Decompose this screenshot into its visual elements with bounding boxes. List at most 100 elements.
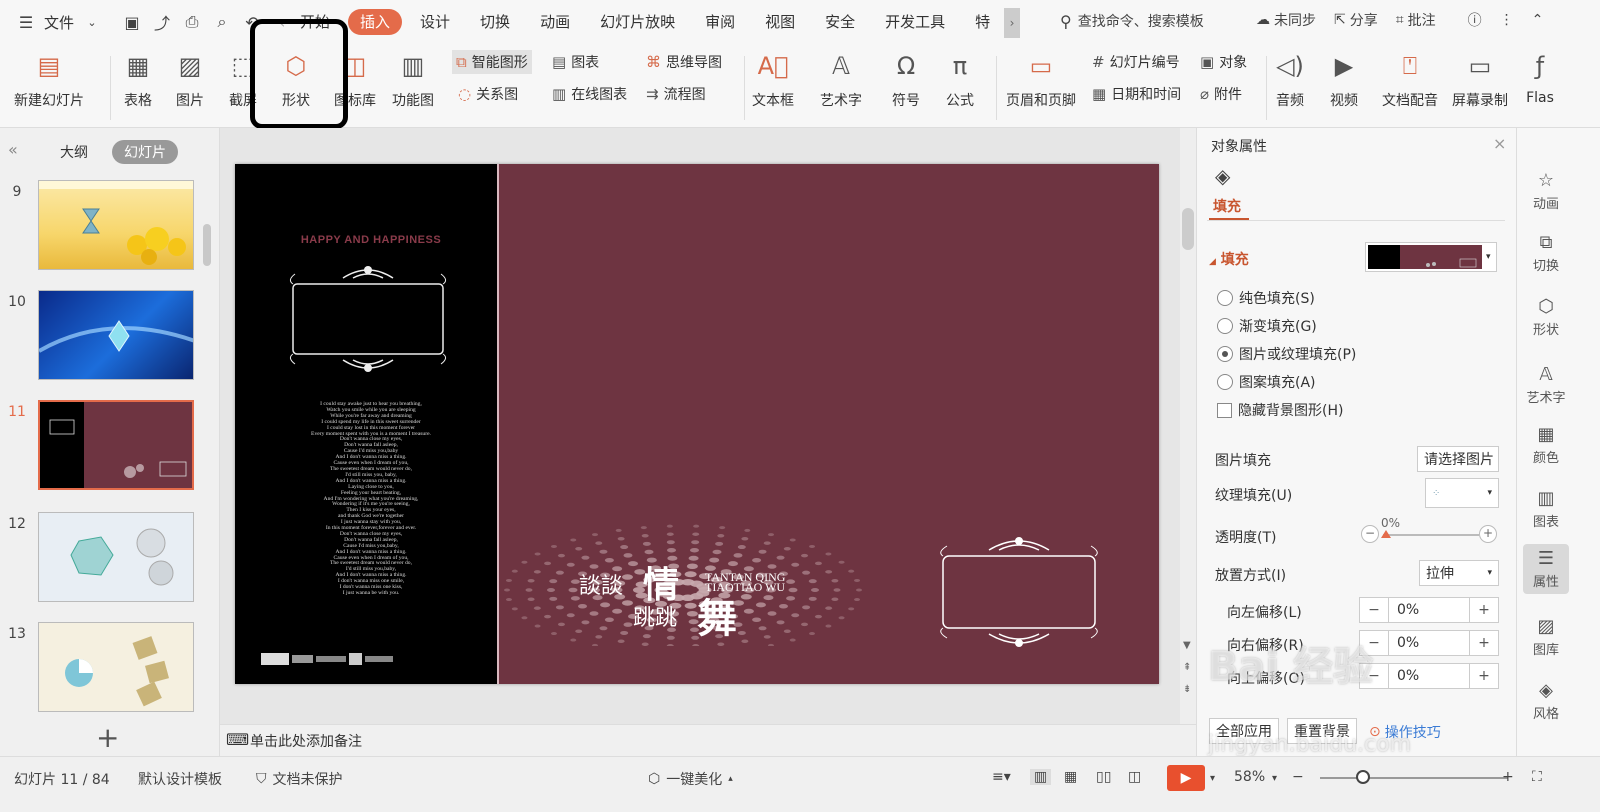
new-slide-button[interactable]: ▤ 新建幻灯片 [14,50,84,110]
presenter-view-icon[interactable]: ◫ [1128,769,1141,785]
reading-view-icon[interactable]: ▯▯ [1096,769,1111,785]
header-footer-button[interactable]: ▭ 页眉和页脚 [1006,50,1076,110]
tab-transition[interactable]: 切换 [468,9,522,35]
chevron-down-icon[interactable]: ▾ [1272,773,1277,784]
offset-up-value[interactable]: 0% [1388,664,1470,688]
close-icon[interactable]: × [1493,134,1506,153]
offset-left-stepper[interactable]: −0% + [1359,597,1499,623]
zoom-slider[interactable] [1320,777,1508,779]
offset-right-stepper[interactable]: −0% + [1359,630,1499,656]
text-box-button[interactable]: A⃞ 文本框 [752,50,794,110]
add-slide-button[interactable]: + [96,721,119,754]
help-icon[interactable]: ⓘ [1468,10,1482,30]
tab-developer[interactable]: 开发工具 [873,9,957,35]
sidebar-item-color[interactable]: ▦ 颜色 [1523,424,1569,466]
tab-view[interactable]: 视图 [753,9,807,35]
texture-dropdown[interactable]: ⁘ ▾ [1425,478,1499,508]
export-icon[interactable]: ⤴ [150,10,174,34]
zoom-in-icon[interactable]: + [1502,769,1514,785]
zoom-slider-knob[interactable] [1356,770,1370,784]
online-chart-button[interactable]: ▥ 在线图表 [552,84,627,104]
print-preview-icon[interactable]: ⌕ [210,10,234,34]
select-picture-button[interactable]: 请选择图片 [1417,446,1499,472]
tab-animation[interactable]: 动画 [528,9,582,35]
relation-chart-button[interactable]: ◌ 关系图 [458,84,518,104]
slide-sorter-icon[interactable]: ▦ [1064,769,1077,785]
zoom-level[interactable]: 58% [1234,769,1265,785]
comment-button[interactable]: ⌗ 批注 [1396,10,1436,30]
beautify-button[interactable]: ⬡ 一键美化 ▴ [648,769,733,789]
hide-background-checkbox[interactable]: 隐藏背景图形(H) [1217,400,1343,420]
sync-button[interactable]: ☁ 未同步 [1256,10,1316,30]
picture-button[interactable]: ▨ 图片 [174,50,206,110]
panel-title[interactable]: 对象属性 [1211,136,1267,156]
print-icon[interactable]: ⎙ [180,10,204,34]
picture-fill-radio[interactable]: 图片或纹理填充(P) [1217,344,1356,364]
sidebar-item-chart[interactable]: ▥ 图表 [1523,488,1569,530]
next-slide-icon[interactable]: ⇟ [1183,684,1191,695]
tab-outline[interactable]: 大纲 [48,140,100,164]
tab-insert[interactable]: 插入 [348,9,403,35]
scrollbar-thumb[interactable] [1182,208,1194,250]
date-time-button[interactable]: ▦ 日期和时间 [1092,84,1181,104]
zoom-out-icon[interactable]: − [1292,769,1304,785]
offset-right-value[interactable]: 0% [1388,631,1470,655]
mind-map-button[interactable]: ⌘ 思维导图 [646,52,722,72]
plus-button[interactable]: + [1470,668,1498,684]
more-icon[interactable]: ⋮ [1500,12,1514,28]
align-menu-icon[interactable]: ≡▾ [992,769,1011,785]
object-button[interactable]: ▣ 对象 [1200,52,1247,72]
tab-slideshow[interactable]: 幻灯片放映 [588,9,687,35]
tab-security[interactable]: 安全 [813,9,867,35]
fit-window-icon[interactable]: ⛶ [1532,769,1542,785]
sidebar-item-animation[interactable]: ☆ 动画 [1523,170,1569,212]
function-chart-button[interactable]: ▥ 功能图 [392,50,434,110]
tab-scroll-right-button[interactable]: › [1004,8,1020,38]
menu-icon[interactable]: ☰ [14,10,38,34]
slide-number-button[interactable]: # 幻灯片编号 [1092,52,1180,72]
file-menu[interactable]: 文件 [44,12,74,33]
sidebar-item-transition[interactable]: ⧉ 切换 [1523,232,1569,274]
current-slide[interactable]: HAPPY AND HAPPINESS I could stay awake j… [235,164,1159,684]
offset-up-stepper[interactable]: −0% + [1359,663,1499,689]
sidebar-item-art-text[interactable]: 𝔸 艺术字 [1523,364,1569,406]
slide-thumbnail[interactable]: 13 [0,622,210,714]
fill-section-header[interactable]: ◢ 填充 [1209,249,1249,269]
formula-button[interactable]: π 公式 [944,50,976,110]
video-button[interactable]: ▶ 视频 [1328,50,1360,110]
transparency-minus-button[interactable]: − [1361,525,1379,543]
fill-preview-dropdown[interactable]: ▾ [1365,242,1497,272]
collapse-ribbon-icon[interactable]: ⌃ [1532,12,1544,28]
fill-bucket-icon[interactable]: ◈ [1215,164,1230,188]
sidebar-item-shape[interactable]: ⬡ 形状 [1523,296,1569,338]
placement-select[interactable]: 拉伸 ▾ [1419,560,1499,586]
tab-review[interactable]: 审阅 [693,9,747,35]
smart-art-button[interactable]: ⧉ 智能图形 [452,50,532,74]
tab-slides[interactable]: 幻灯片 [112,140,178,164]
tab-design[interactable]: 设计 [408,9,462,35]
collapse-panel-icon[interactable]: « [8,140,18,159]
transparency-plus-button[interactable]: + [1479,525,1497,543]
sidebar-item-style[interactable]: ◈ 风格 [1523,680,1569,722]
audio-button[interactable]: ◁) 音频 [1274,50,1306,110]
slide-thumbnail-selected[interactable]: 11 [0,400,210,492]
plus-button[interactable]: + [1470,602,1498,618]
save-icon[interactable]: ▣ [120,10,144,34]
document-protection[interactable]: ⛉ 文档未保护 [256,769,343,789]
play-slideshow-button[interactable]: ▶ [1167,765,1205,791]
flash-button[interactable]: ƒ Flas [1524,50,1556,106]
art-text-button[interactable]: 𝔸 艺术字 [820,50,862,110]
chevron-down-icon[interactable]: ▾ [1210,773,1215,784]
prev-slide-icon[interactable]: ⇞ [1183,662,1191,673]
chevron-down-icon[interactable]: ⌄ [80,10,104,34]
attachment-button[interactable]: ⌀ 附件 [1200,84,1242,104]
plus-button[interactable]: + [1470,635,1498,651]
slide-thumbnail[interactable]: 10 [0,290,210,382]
normal-view-icon[interactable]: ▥ [1030,769,1052,785]
notes-area[interactable]: ⌨ 单击此处添加备注 [220,724,1196,756]
sidebar-item-gallery[interactable]: ▨ 图库 [1523,616,1569,658]
tab-special[interactable]: 特 [963,9,1002,35]
editor-scrollbar[interactable]: ▼ ⇞ ⇟ [1180,128,1196,724]
pattern-fill-radio[interactable]: 图案填充(A) [1217,372,1316,392]
solid-fill-radio[interactable]: 纯色填充(S) [1217,288,1315,308]
